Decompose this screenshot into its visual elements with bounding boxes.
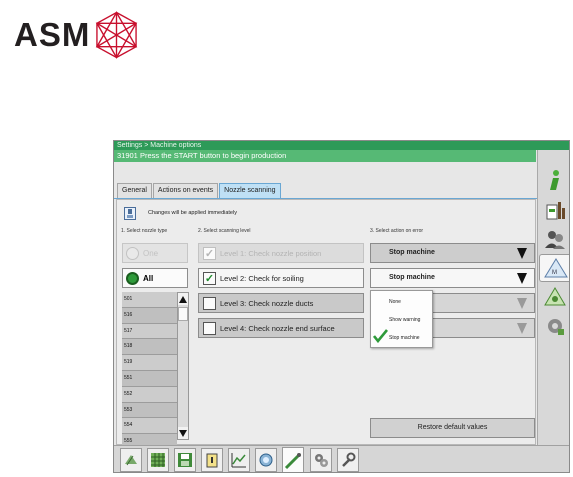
list-item[interactable]: 501	[122, 292, 177, 308]
level-1-check: ✓ Level 1: Check nozzle position	[198, 243, 364, 263]
checkbox-icon: ✓	[203, 246, 216, 260]
checkmark-icon	[373, 329, 388, 343]
scroll-up-arrow-icon[interactable]	[178, 293, 188, 305]
scroll-thumb[interactable]	[178, 307, 188, 321]
list-item[interactable]: 518	[122, 339, 177, 356]
gear-icon[interactable]	[540, 312, 569, 340]
section-scanning-level: 2. Select scanning level	[198, 228, 251, 234]
status-message: 31901 Press the START button to begin pr…	[114, 150, 536, 162]
window-title: Settings > Machine options	[114, 141, 569, 150]
menu-item-none[interactable]: None	[389, 299, 401, 305]
settings-gears-icon[interactable]	[310, 448, 332, 472]
list-item[interactable]: 517	[122, 323, 177, 340]
level-2-label: Level 2: Check for soiling	[220, 273, 304, 283]
dropdown-arrow-icon	[517, 323, 527, 334]
list-item[interactable]: 551	[122, 370, 177, 387]
nozzle-list: 501 516 517 518 519 551 552 553 554 555	[122, 292, 177, 450]
radio-one	[126, 246, 139, 260]
camera-icon[interactable]	[255, 448, 277, 472]
action-value-level-2: Stop machine	[389, 274, 435, 281]
tab-general[interactable]: General	[117, 183, 152, 198]
nozzle-list-scrollbar[interactable]	[177, 292, 189, 440]
list-item[interactable]: 519	[122, 355, 177, 371]
menu-item-show-warning[interactable]: Show warning	[389, 317, 420, 323]
restore-defaults-button[interactable]: Restore default values	[370, 418, 535, 438]
notice-icon	[124, 207, 136, 220]
action-dropdown-level-1[interactable]: Stop machine	[370, 243, 535, 263]
section-action-on-error: 3. Select action on error	[370, 228, 424, 234]
level-3-label: Level 3: Check nozzle ducts	[220, 298, 314, 308]
machine-setup-icon[interactable]: M	[539, 254, 569, 282]
nozzle-type-one[interactable]: One	[122, 243, 188, 263]
notice-text: Changes will be applied immediately	[148, 210, 237, 216]
action-dropdown-level-2[interactable]: Stop machine	[370, 268, 535, 288]
wrench-icon[interactable]	[337, 448, 359, 472]
scroll-down-arrow-icon[interactable]	[178, 427, 188, 439]
radio-all	[126, 271, 139, 285]
menu-item-stop-machine[interactable]: Stop machine	[389, 335, 420, 341]
machine-options-window: Settings > Machine options 31901 Press t…	[113, 140, 570, 473]
nozzle-type-all[interactable]: All	[122, 268, 188, 288]
list-item[interactable]: 553	[122, 402, 177, 419]
settings-tabs: General Actions on events Nozzle scannin…	[117, 183, 282, 199]
section-nozzle-type: 1. Select nozzle type	[121, 228, 168, 234]
action-menu: None Show warning Stop machine	[370, 290, 433, 348]
nozzle-scanning-panel: Changes will be applied immediately 1. S…	[116, 199, 536, 450]
checkbox-checked-icon: ✓	[203, 271, 216, 285]
level-1-label: Level 1: Check nozzle position	[220, 248, 322, 258]
users-icon[interactable]	[540, 225, 569, 253]
dropdown-arrow-icon	[517, 273, 527, 284]
production-icon[interactable]	[540, 196, 569, 224]
tab-nozzle-scanning[interactable]: Nozzle scanning	[219, 183, 281, 199]
svg-text:M: M	[552, 270, 557, 276]
nozzle-icon[interactable]	[282, 447, 304, 472]
tab-actions-on-events[interactable]: Actions on events	[152, 183, 219, 198]
info-icon[interactable]	[540, 166, 569, 194]
grid-icon[interactable]	[147, 448, 169, 472]
chart-icon[interactable]	[228, 448, 250, 472]
list-item[interactable]: 552	[122, 386, 177, 403]
save-icon[interactable]	[174, 448, 196, 472]
clipboard-icon[interactable]	[201, 448, 223, 472]
dropdown-arrow-icon	[517, 248, 527, 259]
nozzle-type-all-label: All	[143, 273, 154, 283]
checkbox-icon	[203, 296, 216, 310]
logo-icon	[95, 11, 138, 59]
warning-icon[interactable]	[540, 283, 569, 311]
feeders-icon[interactable]	[120, 448, 142, 472]
dropdown-arrow-icon	[517, 298, 527, 309]
action-value-level-1: Stop machine	[389, 249, 435, 256]
level-4-check[interactable]: Level 4: Check nozzle end surface	[198, 318, 364, 338]
level-3-check[interactable]: Level 3: Check nozzle ducts	[198, 293, 364, 313]
checkbox-icon	[203, 321, 216, 335]
level-2-check[interactable]: ✓ Level 2: Check for soiling	[198, 268, 364, 288]
side-navigation: M	[537, 150, 569, 445]
nozzle-type-one-label: One	[143, 248, 159, 258]
list-item[interactable]: 516	[122, 307, 177, 324]
list-item[interactable]: 554	[122, 418, 177, 435]
bottom-toolbar	[114, 445, 569, 472]
logo-wordmark: ASM	[14, 16, 91, 53]
level-4-label: Level 4: Check nozzle end surface	[220, 323, 335, 333]
